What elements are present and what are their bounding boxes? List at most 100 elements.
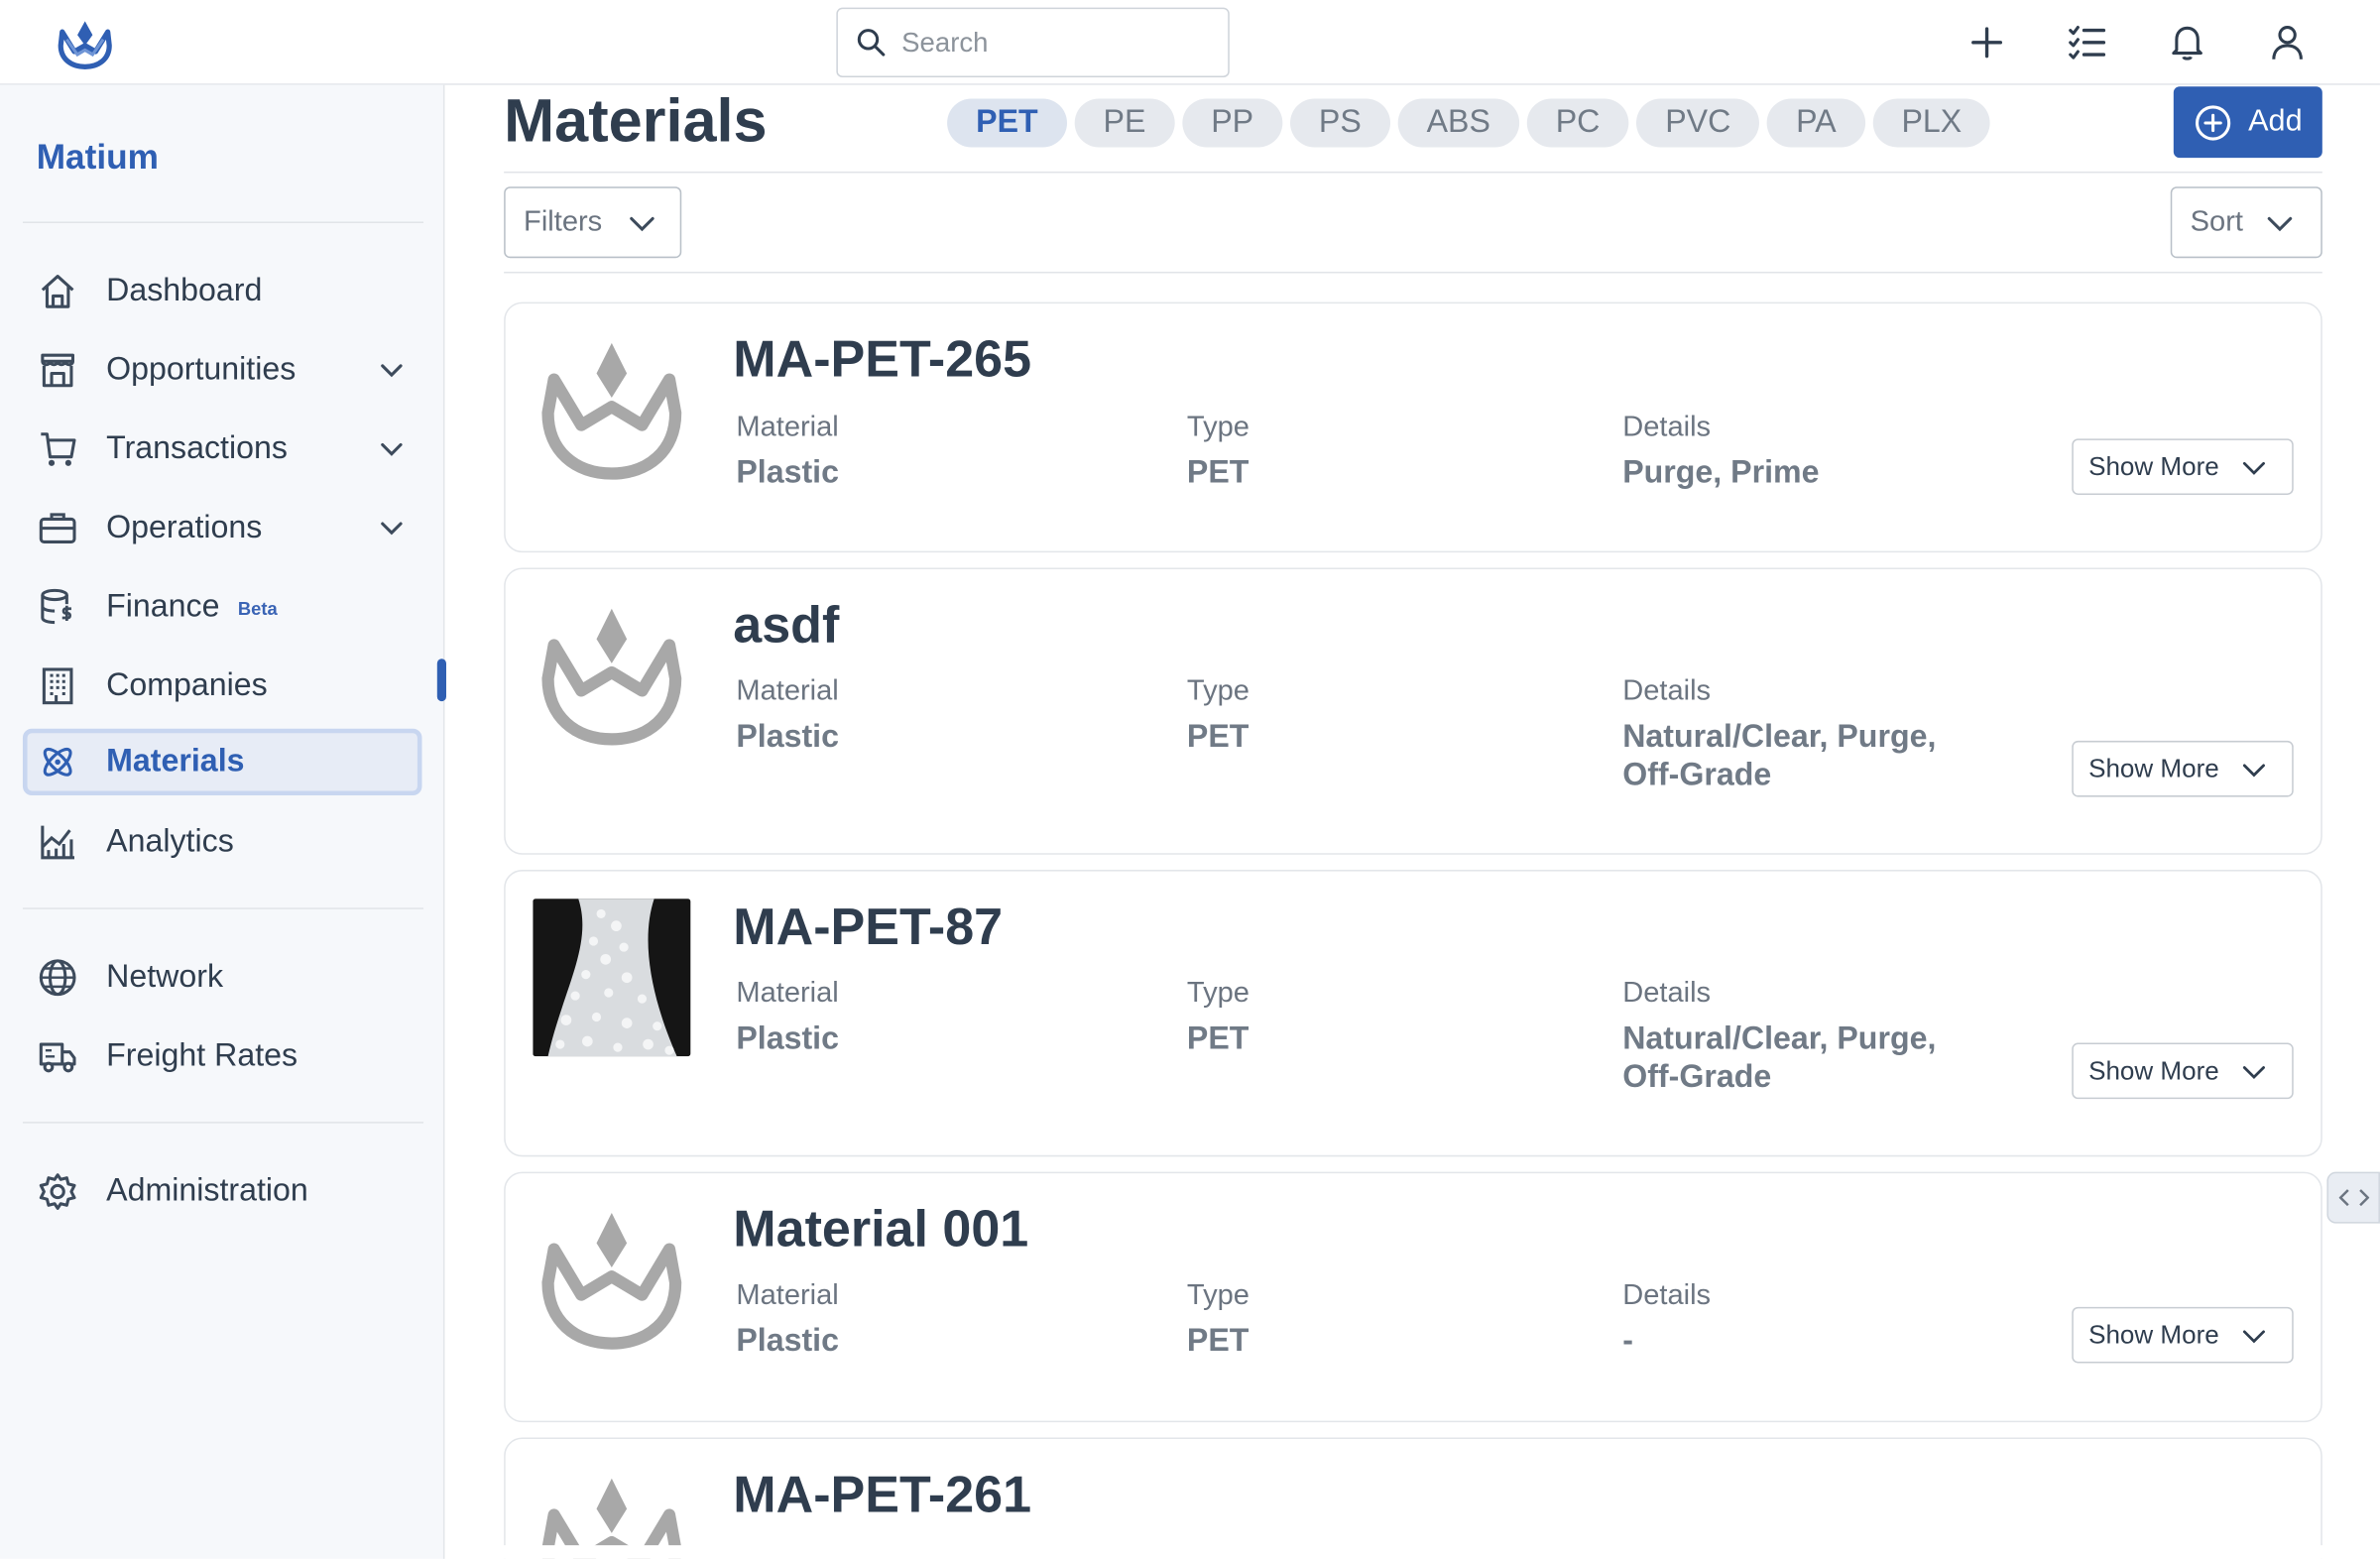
field-label: Details bbox=[1622, 977, 1712, 1010]
chevron-down-icon[interactable] bbox=[377, 355, 408, 386]
sidebar-item-companies[interactable]: Companies bbox=[23, 653, 422, 719]
matium-logo-icon[interactable] bbox=[55, 12, 115, 72]
filters-label: Filters bbox=[524, 205, 603, 238]
sort-label: Sort bbox=[2190, 205, 2244, 238]
chip-pvc[interactable]: PVC bbox=[1636, 98, 1760, 148]
sidebar-item-finance[interactable]: Finance Beta bbox=[23, 574, 422, 641]
top-bar bbox=[0, 0, 2380, 85]
chart-icon bbox=[37, 821, 79, 864]
show-more-button[interactable]: Show More bbox=[2072, 740, 2294, 797]
sidebar-item-analytics[interactable]: Analytics bbox=[23, 809, 422, 876]
sidebar: Matium Dashboard Opportunities Transacti… bbox=[0, 84, 445, 1559]
globe-icon bbox=[37, 956, 79, 999]
sidebar-item-label: Dashboard bbox=[106, 273, 263, 308]
sidebar-item-label: Companies bbox=[106, 667, 268, 703]
show-more-label: Show More bbox=[2088, 1319, 2219, 1349]
field-value: Plastic bbox=[736, 1021, 839, 1057]
material-photo[interactable] bbox=[533, 899, 691, 1057]
active-indicator bbox=[436, 659, 446, 702]
brand-name[interactable]: Matium bbox=[37, 137, 159, 178]
type-field: Type PET bbox=[1187, 978, 1250, 1058]
chevron-down-icon bbox=[2267, 216, 2292, 231]
sidebar-item-dashboard[interactable]: Dashboard bbox=[23, 258, 422, 324]
chip-pc[interactable]: PC bbox=[1526, 98, 1629, 148]
search-input[interactable] bbox=[901, 26, 1206, 59]
material-name[interactable]: MA-PET-265 bbox=[733, 331, 1031, 391]
show-more-button[interactable]: Show More bbox=[2072, 1042, 2294, 1100]
user-icon[interactable] bbox=[2266, 21, 2309, 63]
sidebar-item-operations[interactable]: Operations bbox=[23, 495, 422, 561]
code-icon bbox=[2337, 1189, 2369, 1207]
chip-ps[interactable]: PS bbox=[1289, 98, 1390, 148]
type-field: Type PET bbox=[1187, 412, 1250, 492]
sidebar-item-label: Administration bbox=[106, 1173, 308, 1209]
type-field: Type PET bbox=[1187, 1279, 1250, 1360]
chip-plx[interactable]: PLX bbox=[1872, 98, 1991, 148]
add-button[interactable]: Add bbox=[2173, 86, 2322, 159]
search-box[interactable] bbox=[836, 7, 1230, 78]
placeholder-logo-icon bbox=[541, 342, 682, 480]
field-value: Plastic bbox=[736, 1323, 839, 1359]
sidebar-item-label: Network bbox=[106, 959, 224, 995]
field-label: Details bbox=[1622, 1279, 1712, 1312]
placeholder-logo-icon bbox=[541, 1212, 682, 1350]
chip-pp[interactable]: PP bbox=[1182, 98, 1283, 148]
field-value: Purge, Prime bbox=[1622, 455, 1820, 491]
show-more-label: Show More bbox=[2088, 451, 2219, 481]
material-name[interactable]: asdf bbox=[733, 597, 839, 657]
briefcase-icon bbox=[37, 507, 79, 549]
material-card[interactable]: MA-PET-261 bbox=[504, 1437, 2322, 1559]
details-field: Details Natural/Clear, Purge, Off-Grade bbox=[1622, 675, 1986, 793]
bell-icon[interactable] bbox=[2166, 21, 2208, 63]
chip-abs[interactable]: ABS bbox=[1397, 98, 1520, 148]
show-more-button[interactable]: Show More bbox=[2072, 438, 2294, 495]
filters-button[interactable]: Filters bbox=[504, 186, 682, 259]
field-label: Type bbox=[1186, 411, 1250, 443]
sidebar-item-transactions[interactable]: Transactions bbox=[23, 416, 422, 482]
field-label: Material bbox=[736, 675, 839, 708]
sidebar-item-label: Opportunities bbox=[106, 352, 297, 388]
atom-icon bbox=[37, 741, 79, 783]
toolbar-divider bbox=[504, 271, 2322, 274]
cart-icon bbox=[37, 428, 79, 471]
sidebar-item-label: Freight Rates bbox=[106, 1037, 298, 1074]
show-more-label: Show More bbox=[2088, 753, 2219, 783]
home-icon bbox=[37, 270, 79, 312]
checklist-icon[interactable] bbox=[2066, 21, 2108, 63]
field-label: Details bbox=[1622, 675, 1712, 708]
material-field: Material Plastic bbox=[736, 675, 839, 756]
material-name[interactable]: MA-PET-261 bbox=[733, 1467, 1031, 1526]
sidebar-item-freight-rates[interactable]: Freight Rates bbox=[23, 1023, 422, 1090]
material-card[interactable]: MA-PET-265 Material Plastic Type PET Det… bbox=[504, 301, 2322, 553]
material-name[interactable]: Material 001 bbox=[733, 1201, 1028, 1260]
show-more-button[interactable]: Show More bbox=[2072, 1306, 2294, 1364]
sidebar-divider bbox=[22, 907, 424, 909]
plus-icon[interactable] bbox=[1965, 21, 2008, 63]
chevron-down-icon[interactable] bbox=[377, 434, 408, 465]
field-value: PET bbox=[1186, 455, 1250, 491]
sort-button[interactable]: Sort bbox=[2170, 186, 2322, 259]
sidebar-item-label: Materials bbox=[106, 743, 245, 780]
database-dollar-icon bbox=[37, 586, 79, 629]
material-card[interactable]: asdf Material Plastic Type PET Details N… bbox=[504, 567, 2322, 855]
chip-pa[interactable]: PA bbox=[1767, 98, 1865, 148]
sidebar-item-administration[interactable]: Administration bbox=[23, 1158, 422, 1225]
type-field: Type PET bbox=[1187, 675, 1250, 756]
material-name[interactable]: MA-PET-87 bbox=[733, 899, 1003, 958]
sidebar-item-label: Operations bbox=[106, 510, 263, 545]
show-more-label: Show More bbox=[2088, 1055, 2219, 1085]
sidebar-item-network[interactable]: Network bbox=[23, 944, 422, 1011]
chevron-down-icon bbox=[2242, 1329, 2265, 1343]
chip-pet[interactable]: PET bbox=[947, 98, 1067, 148]
chevron-down-icon[interactable] bbox=[377, 513, 408, 543]
sidebar-item-opportunities[interactable]: Opportunities bbox=[23, 337, 422, 404]
field-label: Material bbox=[736, 411, 839, 443]
chip-pe[interactable]: PE bbox=[1074, 98, 1175, 148]
dev-tools-tab[interactable] bbox=[2326, 1171, 2380, 1224]
sidebar-item-materials[interactable]: Materials bbox=[22, 728, 422, 796]
material-card[interactable]: Material 001 Material Plastic Type PET D… bbox=[504, 1171, 2322, 1423]
sidebar-divider bbox=[22, 221, 424, 223]
chevron-down-icon bbox=[2242, 461, 2265, 475]
material-card[interactable]: MA-PET-87 Material Plastic Type PET Deta… bbox=[504, 870, 2322, 1157]
field-label: Material bbox=[736, 1279, 839, 1312]
